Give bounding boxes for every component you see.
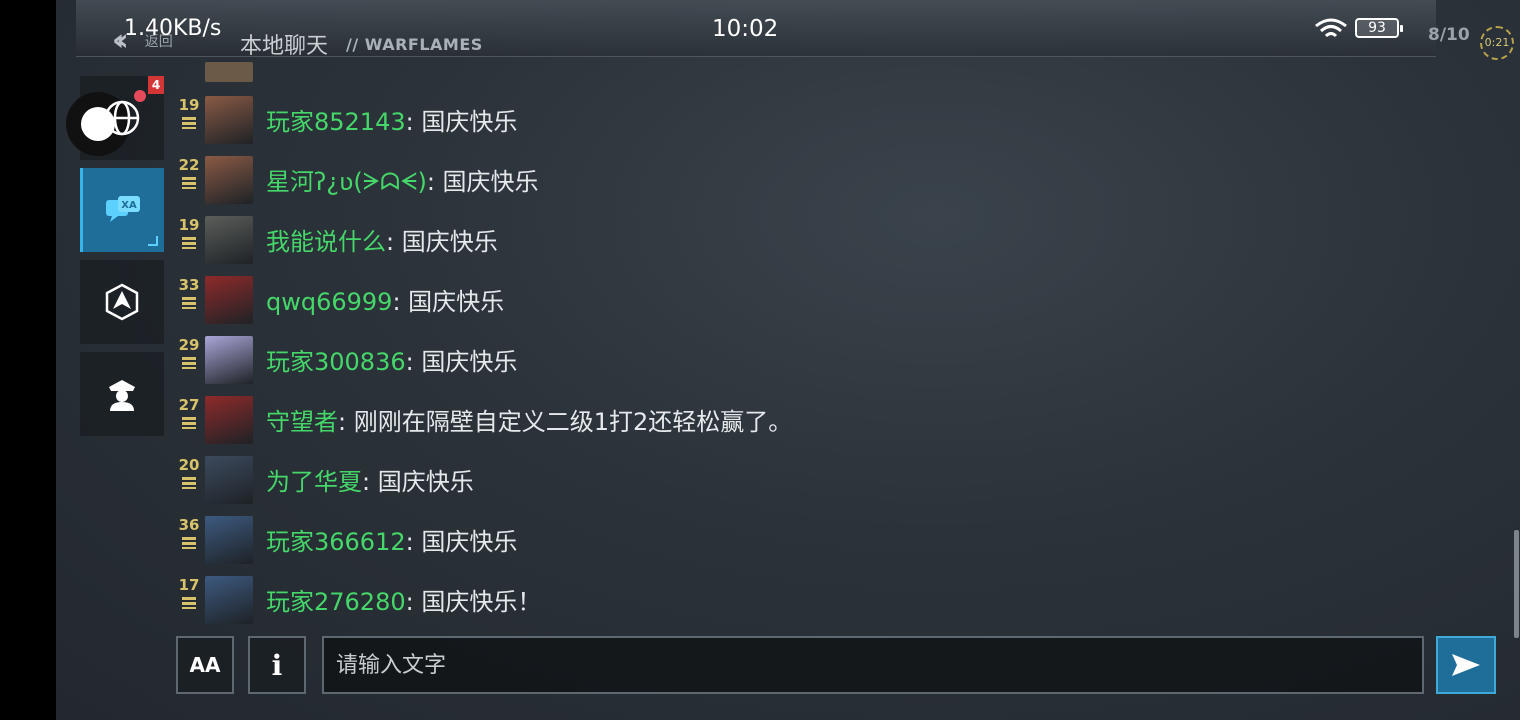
message-list: 19 玩家852143: 国庆快乐 22 星河ʔ¿ʋ(ᗒᗣᗕ): 国庆快乐 19 我能说什… — [176, 62, 1376, 624]
room-count: 8/10 — [1428, 25, 1470, 45]
player-level: 19 — [178, 216, 200, 234]
chat-message: 36 玩家366612: 国庆快乐 — [176, 482, 1376, 564]
message-text: : 国庆快乐！ — [405, 588, 542, 616]
unread-badge: 4 — [148, 76, 164, 94]
chat-message: 17 玩家276280: 国庆快乐！ — [176, 542, 1376, 624]
sidebar-item-translate-chat[interactable]: XA — [80, 168, 164, 252]
translate-chat-icon: XA — [105, 196, 140, 222]
chat-message: 19 玩家852143: 国庆快乐 — [176, 62, 1376, 144]
rank-insignia-icon — [182, 597, 196, 609]
font-size-label: AA — [189, 653, 221, 677]
sidebar-item-faction[interactable] — [80, 260, 164, 344]
player-level: 19 — [178, 96, 200, 114]
player-level: 36 — [178, 516, 200, 534]
send-icon — [1452, 654, 1480, 676]
timer-badge: 0:21 — [1480, 26, 1514, 60]
clock: 10:02 — [712, 16, 779, 42]
chat-message: 22 星河ʔ¿ʋ(ᗒᗣᗕ): 国庆快乐 — [176, 122, 1376, 204]
send-button[interactable] — [1436, 636, 1496, 694]
chat-input[interactable] — [322, 636, 1424, 694]
player-level: 20 — [178, 456, 200, 474]
sidebar-item-officer[interactable] — [80, 352, 164, 436]
officer-icon — [109, 380, 135, 411]
battery-indicator: 93 — [1355, 18, 1403, 38]
player-name[interactable]: 玩家276280 — [266, 588, 406, 616]
chat-message: 33 qwq66999: 国庆快乐 — [176, 242, 1376, 324]
info-button[interactable]: i — [248, 636, 306, 694]
page-title: 本地聊天 — [240, 34, 329, 59]
emblem-icon — [105, 283, 139, 321]
sidebar: 4 XA — [66, 76, 164, 444]
globe-icon — [104, 100, 140, 136]
chat-message: 29 玩家300836: 国庆快乐 — [176, 302, 1376, 384]
player-level: 33 — [178, 276, 200, 294]
font-size-button[interactable]: AA — [176, 636, 234, 694]
player-level: 17 — [178, 576, 200, 594]
player-level: 22 — [178, 156, 200, 174]
scrollbar[interactable] — [1514, 530, 1519, 638]
avatar[interactable] — [205, 576, 253, 624]
page-subtitle: // WARFLAMES — [346, 35, 483, 54]
player-level: 29 — [178, 336, 200, 354]
player-level: 27 — [178, 396, 200, 414]
network-speed: 1.40KB/s — [124, 16, 222, 41]
chat-message: 19 我能说什么: 国庆快乐 — [176, 182, 1376, 264]
message-content: 玩家276280: 国庆快乐！ — [266, 582, 541, 617]
sidebar-item-local-chat[interactable]: 4 — [66, 76, 164, 160]
svg-text:XA: XA — [121, 200, 137, 211]
info-label: i — [271, 648, 283, 682]
chat-message: 27 守望者: 刚刚在隔壁自定义二级1打2还轻松赢了。 — [176, 362, 1376, 444]
wifi-icon — [1315, 18, 1347, 38]
chat-screen: ‹‹ 返回 本地聊天 // WARFLAMES 8/10 0:21 1.40KB… — [56, 0, 1520, 720]
double-chevron-left-icon: ‹‹ — [112, 23, 128, 58]
chat-message: 20 为了华夏: 国庆快乐 — [176, 422, 1376, 504]
